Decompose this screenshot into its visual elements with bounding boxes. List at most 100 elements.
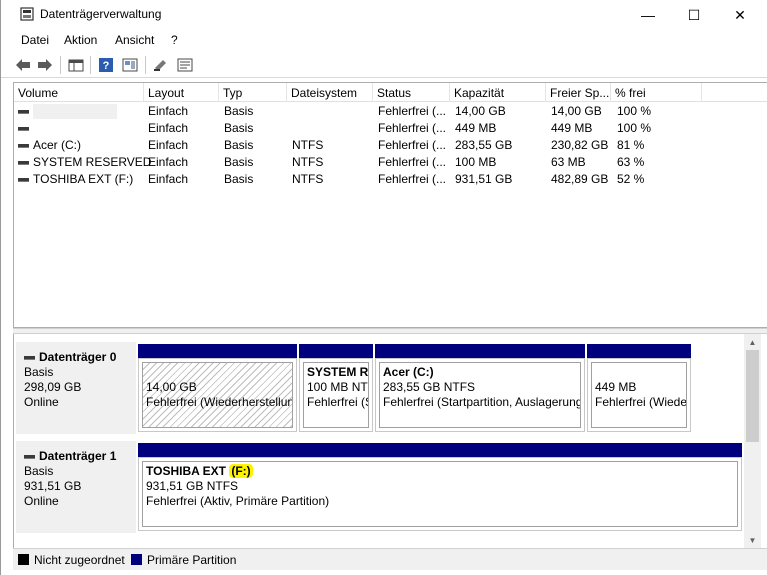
minimize-button[interactable]: — [625,0,671,30]
free-space-cell: 14,00 GB [551,104,602,118]
menu-datei[interactable]: Datei [21,33,49,47]
partition-status: Fehlerfrei (Startpartition, Auslagerung [383,395,581,409]
unallocated-swatch [18,554,29,565]
disk-1-label[interactable]: Datenträger 1 Basis 931,51 GB Online [16,441,136,533]
capacity-cell: 283,55 GB [455,138,513,152]
volume-name: Acer (C:) [33,138,81,152]
capacity-cell: 14,00 GB [455,104,506,118]
partition-system-reserved[interactable]: SYSTEM RE 100 MB NTF Fehlerfrei (S [299,344,373,432]
column-header-status[interactable]: Status [373,83,450,102]
menu-ansicht[interactable]: Ansicht [115,33,154,47]
column-header-typ[interactable]: Typ [219,83,287,102]
forward-button[interactable] [36,57,54,73]
layout-cell: Einfach [148,104,189,118]
menu-bar: Datei Aktion Ansicht ? [1,30,767,50]
percent-free-cell: 52 % [617,172,645,186]
disk-0-label[interactable]: Datenträger 0 Basis 298,09 GB Online [16,342,136,434]
back-icon [16,59,30,71]
volume-cell [18,104,117,120]
forward-icon [38,59,52,71]
help-button[interactable]: ? [97,57,115,73]
menu-aktion[interactable]: Aktion [64,33,97,47]
minimize-icon: — [641,7,655,23]
partition-size: 283,55 GB NTFS [383,380,476,394]
partition-title [595,365,683,380]
partition-title: TOSHIBA EXT (F:) [146,464,734,479]
status-cell: Fehlerfrei (... [378,104,447,118]
primary-partition-bar [587,344,691,358]
close-button[interactable]: ✕ [717,0,763,30]
back-button[interactable] [14,57,32,73]
table-row[interactable]: Einfach Basis Fehlerfrei (... 14,00 GB 1… [14,103,767,120]
volume-cell: TOSHIBA EXT (F:) [18,172,133,186]
percent-free-cell: 100 % [617,104,652,118]
primary-partition-bar [375,344,585,358]
scrollbar-thumb[interactable] [746,350,759,442]
partition-size: 931,51 GB NTFS [146,479,239,493]
free-space-cell: 482,89 GB [551,172,609,186]
column-header-kapazitaet[interactable]: Kapazität [450,83,546,102]
volume-cell: SYSTEM RESERVED [18,155,151,169]
status-cell: Fehlerfrei (... [378,138,447,152]
legend-primary-partition-label: Primäre Partition [147,553,237,567]
toolbar: ? [1,52,767,78]
percent-free-cell: 100 % [617,121,652,135]
disk-graphical-view: Datenträger 0 Basis 298,09 GB Online 14,… [13,334,757,548]
volume-list: Volume Layout Typ Dateisystem Status Kap… [13,82,767,328]
view-icon [122,58,138,72]
scroll-up-arrow-icon[interactable]: ▲ [744,334,761,350]
highlighted-drive-letter: (F:) [229,464,253,478]
primary-partition-swatch [131,554,142,565]
column-header-freier-speicher[interactable]: Freier Sp... [546,83,611,102]
status-cell: Fehlerfrei (... [378,121,447,135]
typ-cell: Basis [224,104,254,118]
scroll-down-arrow-icon[interactable]: ▼ [744,532,761,548]
primary-partition-bar [299,344,373,358]
column-header-volume[interactable]: Volume [14,83,144,102]
table-row[interactable]: SYSTEM RESERVED Einfach Basis NTFS Fehle… [14,154,767,171]
svg-text:?: ? [103,60,110,72]
percent-free-cell: 81 % [617,138,645,152]
partition-recovery-2[interactable]: 449 MB Fehlerfrei (Wiede [587,344,691,432]
partition-status: Fehlerfrei (Wiede [595,395,687,409]
column-header-prozent-frei[interactable]: % frei [611,83,702,102]
fs-cell: NTFS [292,138,324,152]
status-cell: Fehlerfrei (... [378,172,447,186]
partition-acer-c[interactable]: Acer (C:) 283,55 GB NTFS Fehlerfrei (Sta… [375,344,585,432]
table-row[interactable]: Acer (C:) Einfach Basis NTFS Fehlerfrei … [14,137,767,154]
view-button[interactable] [121,57,139,73]
table-row[interactable]: TOSHIBA EXT (F:) Einfach Basis NTFS Fehl… [14,171,767,188]
vertical-scrollbar[interactable]: ▲ ▼ [744,334,761,548]
partition-title: Acer (C:) [383,365,434,379]
toolbar-separator [90,56,91,74]
menu-help[interactable]: ? [171,33,178,47]
typ-cell: Basis [224,121,254,135]
disk-icon [24,355,35,360]
settings-button[interactable] [176,57,194,73]
maximize-button[interactable]: ☐ [671,0,717,30]
toolbar-separator [145,56,146,74]
properties-button[interactable] [67,57,85,73]
column-header-dateisystem[interactable]: Dateisystem [287,83,373,102]
drive-icon [18,126,29,131]
typ-cell: Basis [224,155,254,169]
window-title: Datenträgerverwaltung [40,7,162,21]
partition-toshiba-ext-f[interactable]: TOSHIBA EXT (F:) 931,51 GB NTFS Fehlerfr… [138,443,742,531]
rescan-icon [154,60,166,71]
title-bar: Datenträgerverwaltung — ☐ ✕ [1,0,767,30]
settings-icon [177,58,193,72]
disk-0-name: Datenträger 0 [39,350,117,364]
layout-cell: Einfach [148,138,189,152]
help-icon: ? [99,58,113,72]
legend-unallocated-label: Nicht zugeordnet [34,553,125,567]
partition-title: SYSTEM RE [307,365,369,379]
drive-icon [18,160,29,165]
volume-cell [18,121,33,135]
rescan-button[interactable] [152,57,170,73]
column-header-layout[interactable]: Layout [144,83,219,102]
free-space-cell: 449 MB [551,121,593,135]
partition-recovery[interactable]: 14,00 GB Fehlerfrei (Wiederherstellun [138,344,297,432]
table-row[interactable]: Einfach Basis Fehlerfrei (... 449 MB 449… [14,120,767,137]
drive-icon [18,177,29,182]
free-space-cell: 230,82 GB [551,138,609,152]
